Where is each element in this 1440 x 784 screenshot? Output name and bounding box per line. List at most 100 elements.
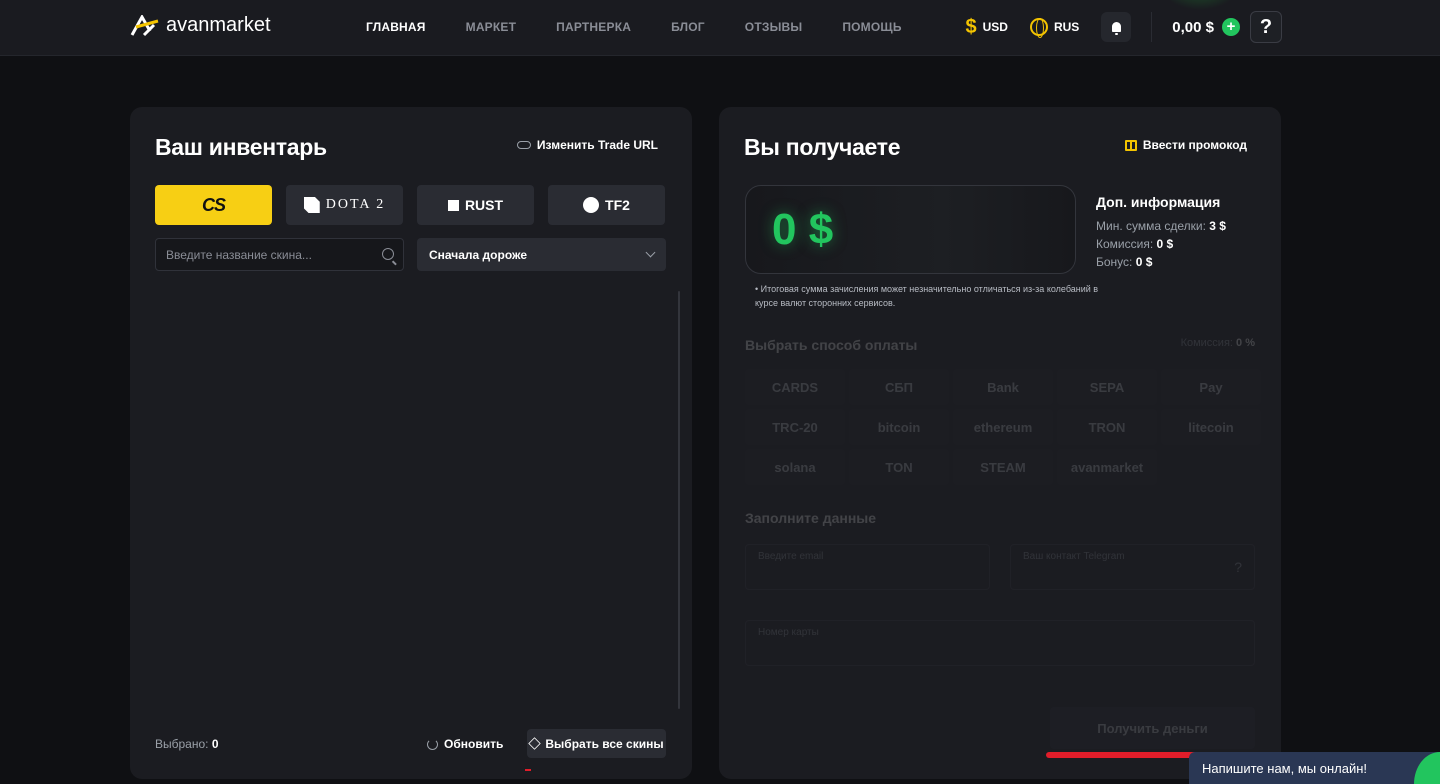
logo-text-b: market <box>209 14 271 36</box>
inventory-title: Ваш инвентарь <box>155 134 327 160</box>
notifications-button[interactable] <box>1101 12 1132 42</box>
tab-cs[interactable]: CS <box>155 185 272 225</box>
exchange-note: • Итоговая сумма зачисления может незнач… <box>755 284 1099 308</box>
commission-row: Комиссия: 0 $ <box>1096 237 1226 251</box>
change-trade-url-label: Изменить Trade URL <box>536 138 658 152</box>
globe-icon <box>1029 18 1048 38</box>
receive-panel: Вы получаете Ввести промокод 0 $ Доп. ин… <box>719 107 1281 779</box>
method-cards[interactable]: CARDS <box>745 369 845 405</box>
extra-info-title: Доп. информация <box>1096 194 1221 210</box>
chat-online-indicator <box>1414 752 1440 784</box>
method-pay[interactable]: Pay <box>1161 369 1261 405</box>
help-icon[interactable]: ? <box>1234 559 1242 575</box>
bonus-label: Бонус: <box>1096 255 1133 269</box>
method-litecoin[interactable]: litecoin <box>1161 409 1261 445</box>
sort-value: Сначала дороже <box>429 247 528 262</box>
change-trade-url-link[interactable]: Изменить Trade URL <box>516 138 658 152</box>
method-solana[interactable]: solana <box>745 449 845 485</box>
add-balance-button[interactable]: + <box>1222 18 1240 36</box>
logo[interactable]: avanmarket <box>130 14 271 37</box>
promo-code-label: Ввести промокод <box>1142 138 1247 152</box>
commission-value: 0 $ <box>1156 237 1174 251</box>
method-bank[interactable]: Bank <box>953 369 1053 405</box>
cs-logo-text: CS <box>201 194 226 215</box>
search-icon[interactable] <box>382 248 394 260</box>
method-trc20[interactable]: TRC-20 <box>745 409 845 445</box>
bell-icon <box>1111 22 1121 35</box>
dota-icon <box>303 197 320 213</box>
inventory-panel: Ваш инвентарь Изменить Trade URL CS DOTA… <box>130 107 692 779</box>
fill-data-title: Заполните данные <box>745 510 877 526</box>
logo-icon <box>130 14 159 36</box>
language-selector[interactable]: RUS <box>1029 18 1080 38</box>
header-controls: $ USD RUS 0,00 $ + <box>965 12 1240 42</box>
tf2-icon <box>583 197 600 213</box>
selected-label: Выбрано: <box>155 737 209 751</box>
nav-item-market[interactable]: МАРКЕТ <box>466 20 517 34</box>
telegram-field[interactable]: Ваш контакт Telegram ? <box>1010 544 1255 590</box>
select-all-label: Выбрать все скины <box>545 736 664 751</box>
dota-label: DOTA 2 <box>325 197 386 212</box>
bonus-value: 0 $ <box>1135 255 1153 269</box>
gift-icon <box>1124 139 1137 151</box>
nav-item-help[interactable]: ПОМОЩЬ <box>842 20 901 34</box>
method-ton[interactable]: TON <box>849 449 949 485</box>
method-bitcoin[interactable]: bitcoin <box>849 409 949 445</box>
sort-dropdown[interactable]: Сначала дороже <box>417 238 666 271</box>
nav-item-reviews[interactable]: ОТЗЫВЫ <box>745 20 803 34</box>
card-placeholder: Номер карты <box>758 627 819 638</box>
chat-label: Напишите нам, мы онлайн! <box>1202 760 1368 776</box>
bonus-row: Бонус: 0 $ <box>1096 255 1226 269</box>
card-number-field[interactable]: Номер карты <box>745 620 1255 666</box>
telegram-placeholder: Ваш контакт Telegram <box>1023 551 1125 562</box>
payment-commission-value: 0 % <box>1236 337 1255 349</box>
dollar-icon: $ <box>965 15 977 38</box>
game-tabs: CS DOTA 2 RUST TF2 <box>155 185 665 225</box>
tab-dota2[interactable]: DOTA 2 <box>286 185 403 225</box>
help-button[interactable]: ? <box>1250 11 1282 43</box>
method-steam[interactable]: STEAM <box>953 449 1053 485</box>
inventory-scrollbar[interactable] <box>678 291 680 709</box>
currency-selector[interactable]: $ USD <box>965 16 1007 39</box>
tab-rust[interactable]: RUST <box>417 185 534 225</box>
email-field[interactable]: Введите email <box>745 544 990 590</box>
min-deal-label: Мин. сумма сделки: <box>1096 219 1206 233</box>
skin-search-input[interactable] <box>166 247 366 262</box>
logo-text-a: avan <box>166 14 210 36</box>
tf2-label: TF2 <box>605 197 630 213</box>
nav-item-home[interactable]: ГЛАВНАЯ <box>366 20 426 34</box>
main-nav: ГЛАВНАЯ МАРКЕТ ПАРТНЕРКА БЛОГ ОТЗЫВЫ ПОМ… <box>366 20 902 34</box>
currency-label: USD <box>982 20 1008 34</box>
email-placeholder: Введите email <box>758 551 824 562</box>
language-label: RUS <box>1053 20 1080 34</box>
promo-code-link[interactable]: Ввести промокод <box>1124 138 1247 152</box>
amount-value: 0 $ <box>772 205 834 254</box>
method-sbp[interactable]: СБП <box>849 369 949 405</box>
nav-item-blog[interactable]: БЛОГ <box>671 20 705 34</box>
selected-count: Выбрано: 0 <box>155 737 219 751</box>
get-money-button[interactable]: Получить деньги <box>1050 707 1255 749</box>
tab-tf2[interactable]: TF2 <box>548 185 665 225</box>
payment-methods: CARDS СБП Bank SEPA Pay TRC-20 bitcoin e… <box>745 369 1261 485</box>
amount-display: 0 $ <box>745 185 1076 274</box>
select-all-button[interactable]: Выбрать все скины <box>527 729 666 758</box>
extra-info: Доп. информация Мин. сумма сделки: 3 $ К… <box>1096 194 1226 273</box>
refresh-label: Обновить <box>444 737 504 751</box>
rust-icon <box>447 199 459 211</box>
header-divider <box>1151 12 1153 42</box>
layers-icon <box>528 737 542 750</box>
selected-value: 0 <box>211 737 219 751</box>
refresh-button[interactable]: Обновить <box>427 737 503 751</box>
link-icon <box>516 141 531 149</box>
method-avanmarket[interactable]: avanmarket <box>1057 449 1157 485</box>
commission-label: Комиссия: <box>1096 237 1154 251</box>
nav-item-partner[interactable]: ПАРТНЕРКА <box>556 20 631 34</box>
method-sepa[interactable]: SEPA <box>1057 369 1157 405</box>
method-ethereum[interactable]: ethereum <box>953 409 1053 445</box>
min-deal-value: 3 $ <box>1209 219 1226 233</box>
method-tron[interactable]: TRON <box>1057 409 1157 445</box>
skin-search <box>155 238 404 271</box>
payment-commission: Комиссия: 0 % <box>1181 337 1255 349</box>
rust-label: RUST <box>464 197 504 213</box>
chat-widget[interactable]: Напишите нам, мы онлайн! <box>1189 752 1440 784</box>
